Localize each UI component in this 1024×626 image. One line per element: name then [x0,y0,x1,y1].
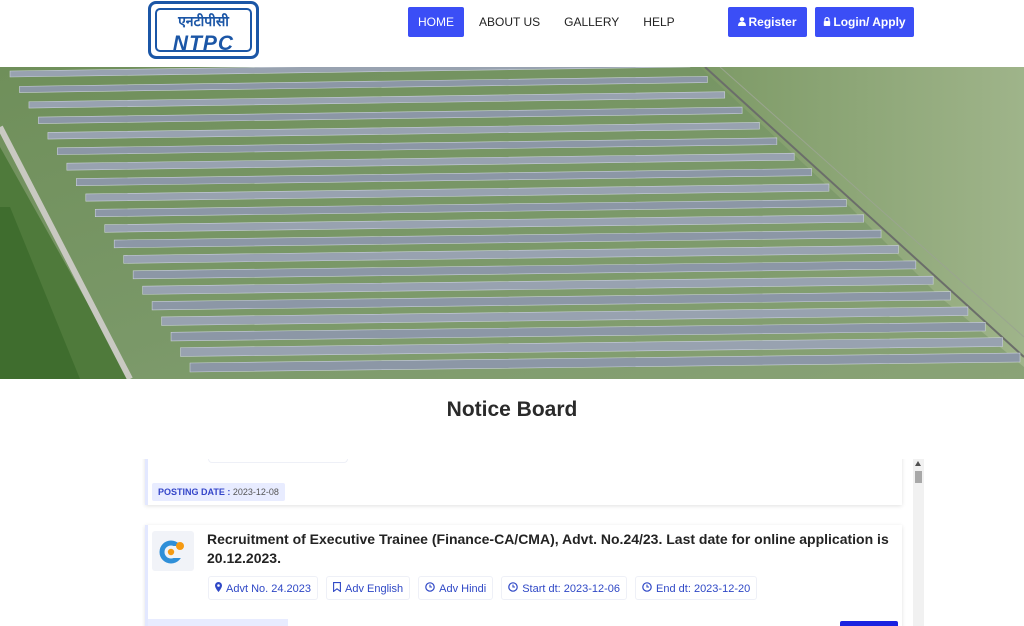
posting-date-value: 2023-12-08 [232,487,279,497]
nav-help[interactable]: HELP [631,7,686,37]
notice-scrollbar[interactable] [913,459,924,626]
login-apply-button[interactable]: Login/ Apply [815,7,914,37]
lock-icon [823,9,831,39]
nav-home[interactable]: HOME [408,7,464,37]
hero-banner-solar-farm [0,67,1024,379]
user-icon [738,9,747,39]
solar-farm-image [0,67,1024,379]
map-marker-icon [215,578,222,602]
bookmark-icon [333,578,341,602]
adv-english-text: Adv English [345,583,404,595]
nav-about-us[interactable]: ABOUT US [467,7,552,37]
register-label: Register [748,15,797,29]
ntpc-logo[interactable]: एनटीपीसी NTPC [148,1,259,59]
next-posting-date-badge [148,619,288,626]
nav-gallery[interactable]: GALLERY [552,7,631,37]
start-date-text: Start dt: 2023-12-06 [522,583,621,595]
advt-number-chip: Advt No. 24.2023 [208,576,319,602]
previous-notice-chip [208,459,348,463]
ntpc-emblem-icon [152,531,194,571]
notice-board-list: POSTING DATE : 2023-12-08 Recruitment of… [142,459,924,626]
notice-title[interactable]: Recruitment of Executive Trainee (Financ… [207,530,901,568]
notice-meta-chips: Advt No. 24.2023 Adv English Adv Hindi S… [208,576,765,600]
register-button[interactable]: Register [728,7,807,37]
notice-card[interactable]: Recruitment of Executive Trainee (Financ… [145,525,902,626]
posting-date-badge: POSTING DATE : 2023-12-08 [152,483,285,501]
logo-english-text: NTPC [172,32,235,55]
scrollbar-thumb[interactable] [915,471,922,483]
logo-border: एनटीपीसी NTPC [155,8,252,55]
login-label: Login/ Apply [833,15,906,29]
notice-board-title: Notice Board [446,398,578,421]
adv-hindi-link[interactable]: Adv Hindi [418,576,494,602]
end-date-text: End dt: 2023-12-20 [656,583,751,595]
previous-notice-card: POSTING DATE : 2023-12-08 [145,459,902,505]
start-date-chip: Start dt: 2023-12-06 [501,576,628,602]
main-nav: HOME ABOUT US GALLERY HELP [408,7,687,37]
site-header: एनटीपीसी NTPC HOME ABOUT US GALLERY HELP… [0,0,1024,67]
apply-button[interactable] [840,621,898,626]
adv-english-link[interactable]: Adv English [326,576,411,602]
clock-icon [642,578,652,602]
end-date-chip: End dt: 2023-12-20 [635,576,758,602]
scroll-up-arrow-icon[interactable] [915,461,921,466]
clock-icon [425,578,435,602]
posting-date-label: POSTING DATE : [158,487,231,497]
adv-hindi-text: Adv Hindi [439,583,487,595]
logo-hindi-text: एनटीपीसी [178,14,229,30]
clock-icon [508,578,518,602]
advt-number-text: Advt No. 24.2023 [226,583,312,595]
